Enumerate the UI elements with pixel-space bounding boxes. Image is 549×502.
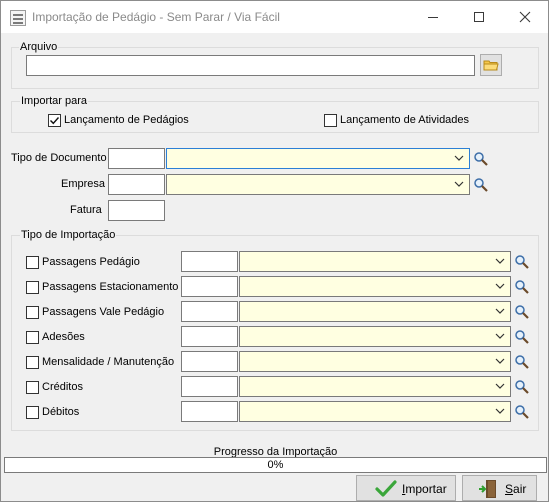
chevron-down-icon[interactable] [453, 152, 465, 164]
progress-bar: 0% [4, 457, 547, 473]
chevron-down-icon[interactable] [453, 178, 465, 190]
creditos-label: Créditos [42, 381, 83, 393]
debitos-checkbox[interactable] [26, 406, 39, 419]
chevron-down-icon[interactable] [494, 255, 506, 267]
passagens-pedagio-checkbox[interactable] [26, 256, 39, 269]
arquivo-path-input[interactable] [26, 55, 475, 76]
mensalidade-manutencao-code-input[interactable] [181, 351, 238, 372]
passagens-vale-pedagio-label: Passagens Vale Pedágio [42, 306, 165, 318]
chevron-down-icon[interactable] [494, 305, 506, 317]
creditos-search-icon[interactable] [514, 379, 530, 395]
passagens-vale-pedagio-code-input[interactable] [181, 301, 238, 322]
passagens-pedagio-label: Passagens Pedágio [42, 256, 140, 268]
passagens-estacionamento-search-icon[interactable] [514, 279, 530, 295]
maximize-button[interactable] [456, 1, 502, 33]
creditos-checkbox[interactable] [26, 381, 39, 394]
passagens-estacionamento-combo[interactable] [239, 276, 511, 297]
adesoes-code-input[interactable] [181, 326, 238, 347]
sair-button[interactable]: Sair [462, 475, 537, 501]
lancamento-atividades-label: Lançamento de Atividades [340, 114, 470, 126]
minimize-button[interactable] [410, 1, 456, 33]
window-title: Importação de Pedágio - Sem Parar / Via … [32, 10, 280, 24]
title-bar[interactable]: Importação de Pedágio - Sem Parar / Via … [1, 1, 548, 33]
mensalidade-manutencao-combo[interactable] [239, 351, 511, 372]
debitos-code-input[interactable] [181, 401, 238, 422]
passagens-pedagio-code-input[interactable] [181, 251, 238, 272]
tipo-documento-search-icon[interactable] [473, 151, 489, 167]
browse-folder-button[interactable] [480, 54, 502, 76]
arquivo-legend: Arquivo [19, 41, 59, 53]
chevron-down-icon[interactable] [494, 330, 506, 342]
adesoes-search-icon[interactable] [514, 329, 530, 345]
chevron-down-icon[interactable] [494, 355, 506, 367]
fatura-input[interactable] [108, 200, 165, 221]
empresa-label: Empresa [61, 178, 106, 190]
passagens-vale-pedagio-combo[interactable] [239, 301, 511, 322]
adesoes-label: Adesões [42, 331, 85, 343]
folder-icon [483, 60, 499, 71]
fatura-label: Fatura [70, 204, 102, 216]
importar-button-label: Importar [402, 482, 447, 496]
empresa-code-input[interactable] [108, 174, 165, 195]
passagens-vale-pedagio-checkbox[interactable] [26, 306, 39, 319]
debitos-search-icon[interactable] [514, 404, 530, 420]
checkmark-icon [375, 480, 397, 497]
passagens-estacionamento-checkbox[interactable] [26, 281, 39, 294]
debitos-combo[interactable] [239, 401, 511, 422]
exit-door-icon [479, 480, 496, 498]
tipo-documento-label: Tipo de Documento [11, 152, 107, 164]
debitos-label: Débitos [42, 406, 80, 418]
empresa-search-icon[interactable] [473, 177, 489, 193]
sair-button-label: Sair [505, 482, 527, 496]
close-button[interactable] [502, 1, 548, 33]
tipo-documento-code-input[interactable] [108, 148, 165, 169]
maximize-icon [474, 12, 484, 22]
checkmark-icon [50, 117, 60, 125]
chevron-down-icon[interactable] [494, 280, 506, 292]
mensalidade-manutencao-label: Mensalidade / Manutenção [42, 356, 175, 368]
import-dialog-window: Importação de Pedágio - Sem Parar / Via … [0, 0, 549, 502]
importar-button[interactable]: Importar [356, 475, 456, 501]
lancamento-pedagios-label: Lançamento de Pedágios [64, 114, 189, 126]
empresa-combo[interactable] [166, 174, 470, 195]
tipo-documento-combo[interactable] [166, 148, 470, 169]
progress-text: 0% [267, 459, 284, 471]
importar-para-legend: Importar para [20, 95, 89, 107]
passagens-estacionamento-code-input[interactable] [181, 276, 238, 297]
passagens-pedagio-search-icon[interactable] [514, 254, 530, 270]
chevron-down-icon[interactable] [494, 380, 506, 392]
adesoes-checkbox[interactable] [26, 331, 39, 344]
mensalidade-manutencao-checkbox[interactable] [26, 356, 39, 369]
lancamento-atividades-checkbox[interactable] [324, 114, 337, 127]
creditos-code-input[interactable] [181, 376, 238, 397]
passagens-pedagio-combo[interactable] [239, 251, 511, 272]
passagens-vale-pedagio-search-icon[interactable] [514, 304, 530, 320]
minimize-icon [428, 17, 438, 18]
creditos-combo[interactable] [239, 376, 511, 397]
close-icon [519, 11, 531, 23]
passagens-estacionamento-label: Passagens Estacionamento [42, 281, 179, 293]
adesoes-combo[interactable] [239, 326, 511, 347]
lancamento-pedagios-checkbox[interactable] [48, 114, 61, 127]
app-icon [10, 10, 26, 26]
tipo-importacao-legend: Tipo de Importação [20, 229, 117, 241]
mensalidade-manutencao-search-icon[interactable] [514, 354, 530, 370]
chevron-down-icon[interactable] [494, 405, 506, 417]
